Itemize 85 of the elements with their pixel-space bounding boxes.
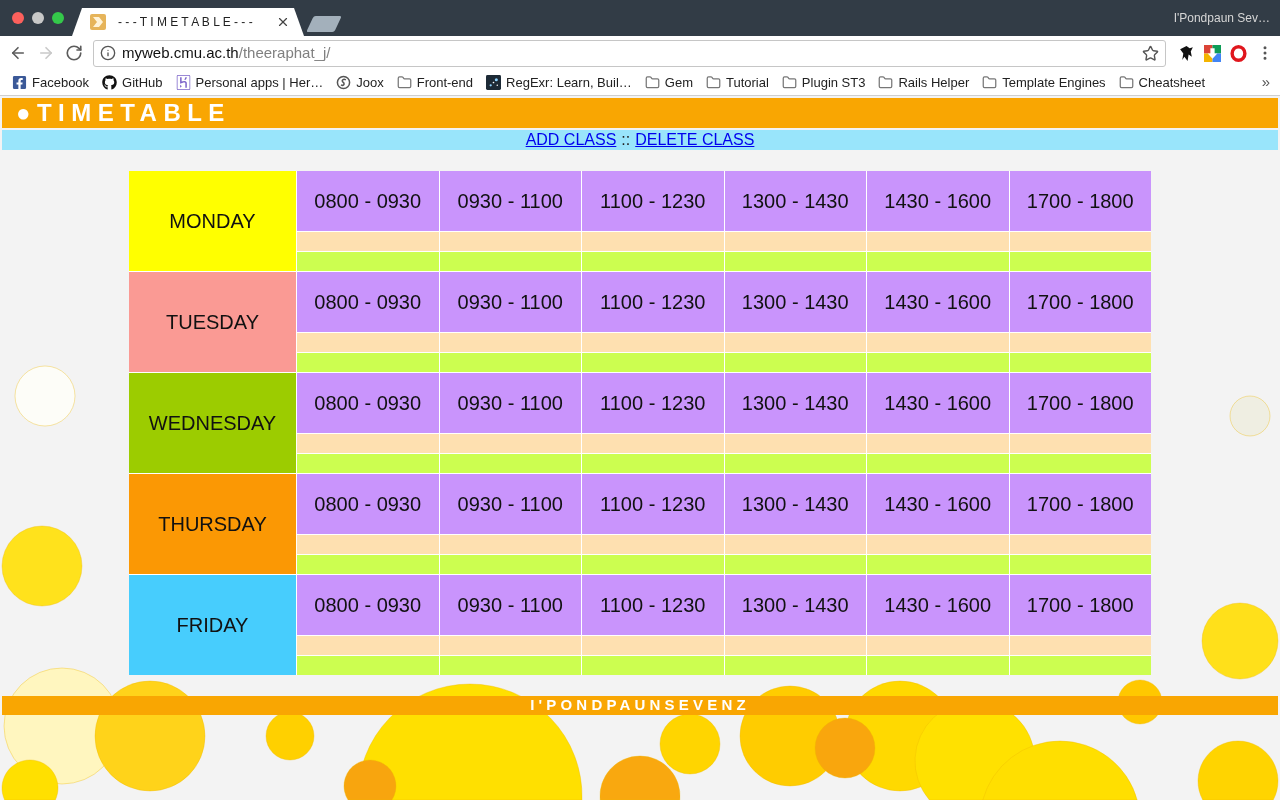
time-slot-cell: 0930 - 1100 bbox=[439, 272, 581, 332]
link-separator: :: bbox=[621, 130, 631, 150]
time-slot-cell: 1300 - 1430 bbox=[724, 575, 866, 635]
bubble bbox=[1229, 395, 1271, 437]
bookmark-item[interactable]: Joox bbox=[336, 72, 384, 93]
sparkle-tile-icon bbox=[486, 75, 502, 90]
window-minimize-icon[interactable] bbox=[32, 12, 44, 24]
time-slot-cell: 1300 - 1430 bbox=[724, 171, 866, 231]
time-slot-cell: 0930 - 1100 bbox=[439, 373, 581, 433]
time-slot-cell: 1300 - 1430 bbox=[724, 272, 866, 332]
new-tab-button[interactable] bbox=[306, 16, 342, 32]
time-slot-cell: 1700 - 1800 bbox=[1009, 373, 1151, 433]
time-slot-cell: 0930 - 1100 bbox=[439, 575, 581, 635]
bookmark-item[interactable]: Rails Helper bbox=[878, 72, 970, 93]
time-slot-cell: 1700 - 1800 bbox=[1009, 171, 1151, 231]
time-slot-cell: 0930 - 1100 bbox=[439, 474, 581, 534]
window-close-icon[interactable] bbox=[12, 12, 24, 24]
h-tile-icon bbox=[175, 75, 191, 90]
address-field[interactable]: myweb.cmu.ac.th/theeraphat_j/ bbox=[93, 39, 1166, 67]
download-tile-icon[interactable] bbox=[1204, 44, 1221, 62]
info-icon bbox=[100, 45, 116, 61]
folder-icon bbox=[396, 75, 412, 90]
bookmark-item[interactable]: Cheatsheet bbox=[1118, 72, 1206, 93]
time-slot-cell: 1100 - 1230 bbox=[582, 474, 724, 534]
page-favicon-icon bbox=[90, 14, 106, 30]
bookmark-item[interactable]: Plugin ST3 bbox=[781, 72, 866, 93]
time-slot-cell: 0930 - 1100 bbox=[439, 171, 581, 231]
bookmark-item[interactable]: GitHub bbox=[102, 72, 163, 93]
url-text: myweb.cmu.ac.th/theeraphat_j/ bbox=[122, 42, 332, 63]
bookmark-item[interactable]: Front-end bbox=[396, 72, 474, 93]
time-slot-cell: 0800 - 0930 bbox=[297, 474, 439, 534]
bookmark-star-icon[interactable] bbox=[1142, 44, 1159, 62]
time-slot-cell: 1430 - 1600 bbox=[867, 272, 1009, 332]
time-slot-cell: 1100 - 1230 bbox=[582, 373, 724, 433]
folder-icon bbox=[982, 75, 998, 90]
ring-icon[interactable] bbox=[1230, 44, 1247, 62]
footer-text: I'PONDPAUNSEVENZ bbox=[530, 695, 750, 716]
reload-icon bbox=[65, 44, 83, 62]
time-slot-cell: 0800 - 0930 bbox=[297, 272, 439, 332]
time-slot-cell: 1430 - 1600 bbox=[867, 373, 1009, 433]
bookmark-item[interactable]: Template Engines bbox=[982, 72, 1106, 93]
time-slot-cell: 1100 - 1230 bbox=[582, 171, 724, 231]
bookmark-item[interactable]: RegExr: Learn, Buil… bbox=[486, 72, 632, 93]
time-slot-cell: 1100 - 1230 bbox=[582, 575, 724, 635]
time-slot-cell: 1700 - 1800 bbox=[1009, 272, 1151, 332]
window-zoom-icon[interactable] bbox=[52, 12, 64, 24]
folder-icon bbox=[878, 75, 894, 90]
time-slot-cell: 1300 - 1430 bbox=[724, 373, 866, 433]
time-slot-cell: 1700 - 1800 bbox=[1009, 575, 1151, 635]
figure-icon[interactable] bbox=[1178, 44, 1195, 62]
bookmark-item[interactable]: Gem bbox=[644, 72, 693, 93]
day-cell: WEDNESDAY bbox=[129, 373, 296, 473]
page-title: ●TIMETABLE bbox=[16, 98, 231, 128]
bookmark-item[interactable]: Tutorial bbox=[706, 72, 769, 93]
profile-name-button[interactable]: I'Pondpaun Sev… bbox=[1173, 9, 1280, 27]
day-cell: TUESDAY bbox=[129, 272, 296, 372]
browser-tab[interactable]: - - - T I M E T A B L E - - - bbox=[72, 8, 304, 36]
time-slot-cell: 1700 - 1800 bbox=[1009, 474, 1151, 534]
time-slot-cell: 1430 - 1600 bbox=[867, 575, 1009, 635]
cat-silhouette-icon bbox=[102, 75, 118, 90]
time-slot-cell: 1430 - 1600 bbox=[867, 474, 1009, 534]
time-slot-cell: 1300 - 1430 bbox=[724, 474, 866, 534]
folder-icon bbox=[1118, 75, 1134, 90]
folder-icon bbox=[706, 75, 721, 90]
swirl-circle-icon bbox=[336, 75, 352, 90]
nav-link[interactable]: ADD CLASS bbox=[525, 128, 617, 152]
folder-icon bbox=[781, 75, 797, 90]
nav-link[interactable]: DELETE CLASS bbox=[635, 128, 755, 152]
day-cell: FRIDAY bbox=[129, 575, 296, 675]
time-slot-cell: 1100 - 1230 bbox=[582, 272, 724, 332]
time-slot-cell: 0800 - 0930 bbox=[297, 373, 439, 433]
time-slot-cell: 1430 - 1600 bbox=[867, 171, 1009, 231]
bubble bbox=[659, 713, 721, 775]
day-cell: MONDAY bbox=[129, 171, 296, 271]
bookmark-item[interactable]: Facebook bbox=[12, 72, 90, 93]
bookmarks-overflow-button[interactable]: » bbox=[1261, 71, 1270, 94]
bookmark-item[interactable]: Personal apps | Her… bbox=[175, 72, 324, 93]
forward-arrow-icon bbox=[37, 44, 55, 62]
close-icon[interactable] bbox=[276, 15, 290, 29]
tab-title: - - - T I M E T A B L E - - - bbox=[118, 14, 254, 31]
bubble bbox=[14, 365, 76, 427]
day-cell: THURSDAY bbox=[129, 474, 296, 574]
time-slot-cell: 0800 - 0930 bbox=[297, 575, 439, 635]
folder-icon bbox=[644, 75, 660, 90]
time-slot-cell: 0800 - 0930 bbox=[297, 171, 439, 231]
